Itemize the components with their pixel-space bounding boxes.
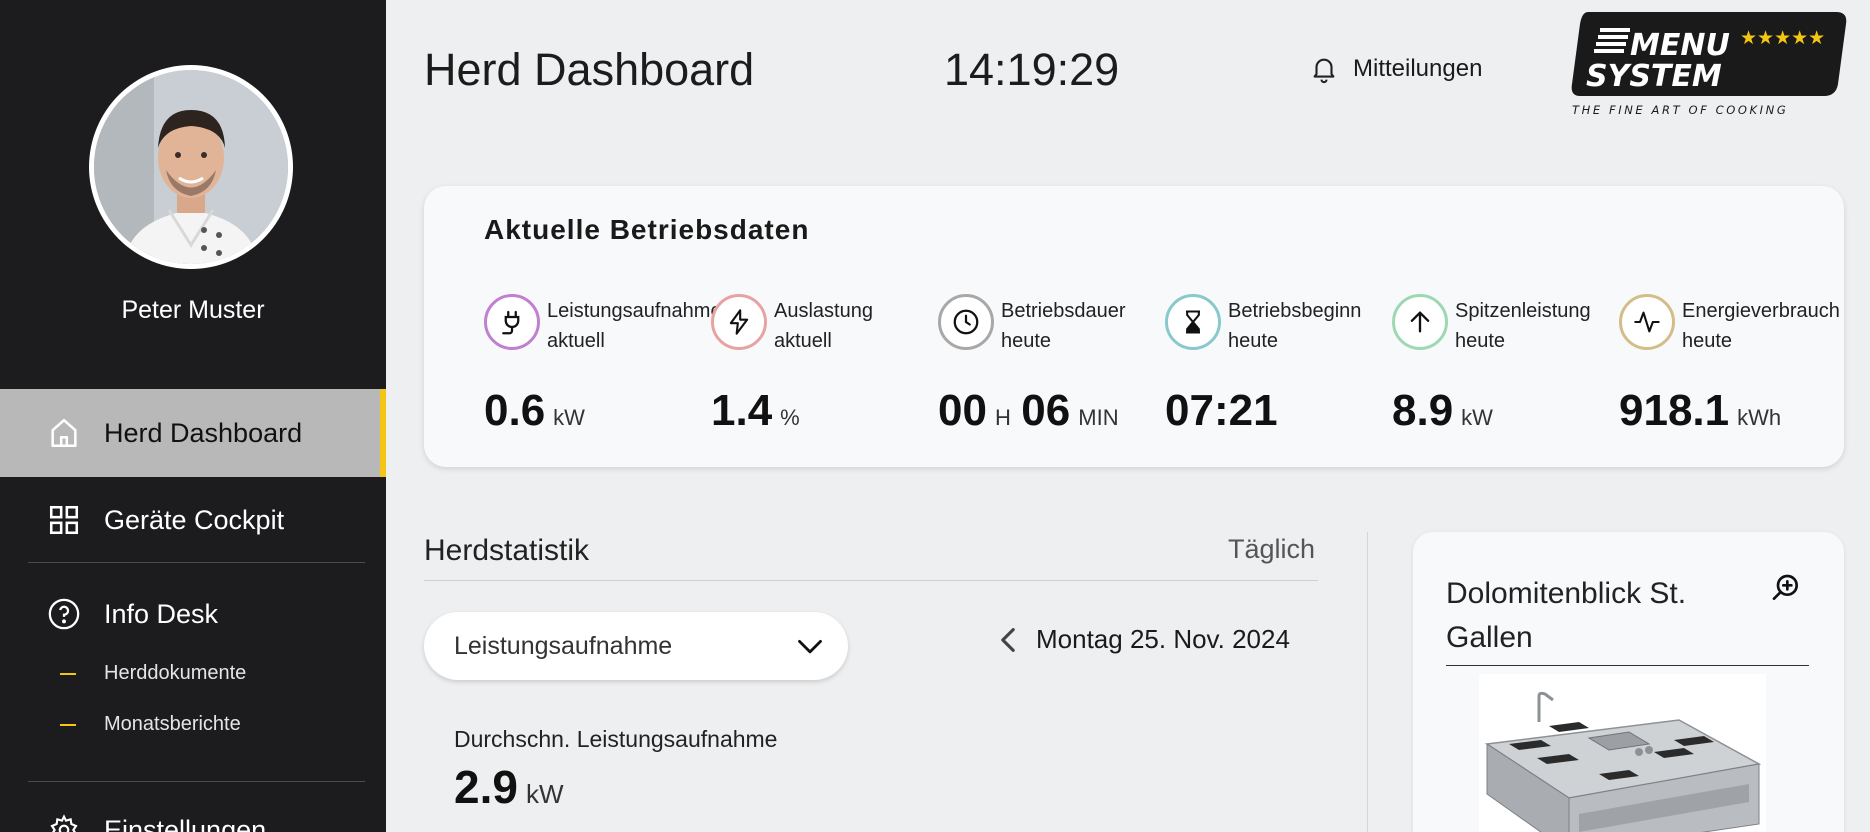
page-title: Herd Dashboard	[424, 44, 755, 95]
operating-data-card: Aktuelle Betriebsdaten Leistungsaufnahme…	[424, 186, 1844, 467]
location-card: Dolomitenblick St. Gallen	[1413, 532, 1844, 832]
date-navigator: Montag 25. Nov. 2024	[1000, 624, 1290, 655]
metric-energy-consumption: Energieverbrauch heute 918.1 kWh	[1619, 294, 1845, 444]
notifications-label: Mitteilungen	[1353, 55, 1483, 82]
metric-value: 8.9 kW	[1392, 386, 1493, 435]
clock-icon	[938, 294, 994, 350]
metric-operating-start: Betriebsbeginn heute 07:21	[1165, 294, 1391, 444]
sub-item-label: Herddokumente	[104, 662, 247, 684]
bullet-dash	[60, 723, 76, 726]
stove-image	[1479, 674, 1766, 832]
nav-geraete-cockpit[interactable]: Geräte Cockpit	[0, 478, 386, 562]
metric-value: 07:21	[1165, 386, 1278, 435]
metric-value: 918.1 kWh	[1619, 386, 1782, 435]
dropdown-value: Leistungsaufnahme	[454, 631, 673, 660]
nav-info-desk[interactable]: Info Desk	[0, 572, 386, 656]
nav-label: Herd Dashboard	[104, 417, 303, 448]
nav-herd-dashboard[interactable]: Herd Dashboard	[0, 389, 386, 477]
average-value: 2.9 kW	[454, 761, 564, 813]
divider	[424, 580, 1318, 581]
section-title: Herdstatistik	[424, 534, 590, 567]
nav-label: Einstellungen	[104, 814, 267, 832]
metric-peak-power: Spitzenleistung heute 8.9 kW	[1392, 294, 1618, 444]
logo-tagline: THE FINE ART OF COOKING	[1572, 103, 1788, 117]
card-title: Aktuelle Betriebsdaten	[484, 214, 810, 245]
pulse-icon	[1619, 294, 1675, 350]
sub-item-monatsberichte[interactable]: Monatsberichte	[60, 713, 241, 736]
bullet-dash	[60, 672, 76, 675]
clock: 14:19:29	[944, 44, 1120, 95]
hourglass-icon	[1165, 294, 1221, 350]
sub-item-herddokumente[interactable]: Herddokumente	[60, 662, 246, 685]
lightning-icon	[711, 294, 767, 350]
gear-icon	[44, 810, 84, 832]
metric-dropdown[interactable]: Leistungsaufnahme	[424, 612, 848, 680]
chevron-down-icon	[798, 639, 822, 654]
nav-einstellungen[interactable]: Einstellungen	[0, 805, 386, 832]
metric-value: 1.4%	[711, 386, 800, 435]
notifications-button[interactable]: Mitteilungen	[1309, 54, 1482, 84]
brand-logo: MENU SYSTEM ★★★★★ THE FINE ART OF COOKIN…	[1568, 10, 1848, 118]
home-icon	[44, 413, 84, 453]
metric-value: 0.6 kW	[484, 386, 585, 435]
logo-text-menu: MENU	[1630, 28, 1730, 63]
logo-text-system: SYSTEM	[1586, 59, 1722, 94]
metric-label: Spitzenleistung heute	[1455, 300, 1591, 352]
user-name: Peter Muster	[121, 296, 265, 324]
period-selector[interactable]: Täglich	[1228, 534, 1315, 565]
current-date: Montag 25. Nov. 2024	[1036, 624, 1290, 654]
divider	[28, 562, 365, 563]
metric-value: 00 H 06 MIN	[938, 386, 1119, 435]
nav-label: Info Desk	[104, 598, 219, 629]
nav-label: Geräte Cockpit	[104, 504, 285, 535]
bell-icon	[1313, 58, 1335, 84]
avatar[interactable]	[89, 65, 293, 269]
metric-label: Betriebsbeginn heute	[1228, 300, 1362, 352]
average-label: Durchschn. Leistungsaufnahme	[454, 726, 778, 752]
metric-utilization: Auslastung aktuell 1.4%	[711, 294, 937, 444]
chevron-left-icon[interactable]	[1000, 627, 1016, 653]
help-circle-icon	[44, 594, 84, 634]
metric-label: Betriebsdauer heute	[1001, 300, 1126, 352]
divider	[1367, 532, 1368, 832]
location-title: Dolomitenblick St. Gallen	[1446, 577, 1687, 654]
divider	[1446, 665, 1809, 666]
metric-operating-time: Betriebsdauer heute 00 H 06 MIN	[938, 294, 1164, 444]
metric-label: Energieverbrauch heute	[1682, 300, 1840, 352]
logo-stars: ★★★★★	[1740, 27, 1825, 49]
divider	[28, 781, 365, 782]
grid-icon	[44, 500, 84, 540]
metric-label: Leistungsaufnahme aktuell	[547, 300, 722, 352]
metric-label: Auslastung aktuell	[774, 300, 873, 352]
sub-item-label: Monatsberichte	[104, 713, 241, 735]
plug-icon	[484, 294, 540, 350]
sidebar: Peter Muster Herd Dashboard Geräte Cockp…	[0, 0, 386, 832]
metric-power-current: Leistungsaufnahme aktuell 0.6 kW	[484, 294, 722, 444]
zoom-in-icon[interactable]	[1770, 572, 1802, 609]
arrow-up-icon	[1392, 294, 1448, 350]
